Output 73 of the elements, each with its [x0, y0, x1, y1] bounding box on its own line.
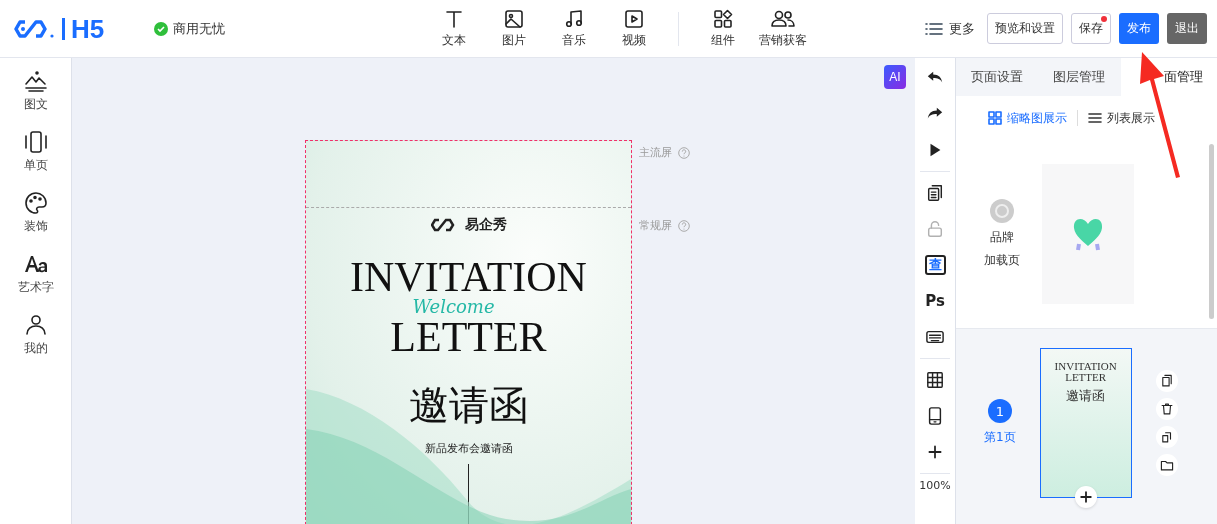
page-label: 第1页	[984, 429, 1016, 446]
loading-page-label: 加载页	[984, 252, 1020, 269]
phone-icon	[926, 407, 944, 425]
sidebar-item[interactable]: 图文	[23, 70, 48, 113]
view-toggle[interactable]: 缩略图展示	[988, 109, 1067, 127]
mascot-drawing	[1071, 216, 1105, 252]
phone-vibrate-icon	[23, 131, 48, 153]
header-button[interactable]: 退出	[1167, 13, 1207, 44]
trash-icon	[1159, 401, 1174, 416]
poster-title: INVITATION	[350, 255, 587, 298]
video-icon	[624, 8, 644, 29]
components-icon	[713, 8, 733, 29]
page-number: 1	[987, 399, 1012, 423]
page-action-button[interactable]	[1155, 425, 1178, 448]
sidebar-item[interactable]: 单页	[23, 131, 48, 174]
palette-icon	[23, 192, 48, 214]
badge-text: 商用无忧	[173, 19, 225, 38]
list-icon	[925, 20, 943, 37]
plus-icon	[1079, 490, 1092, 503]
music-note-icon	[564, 8, 584, 29]
grid-icon	[988, 111, 1002, 125]
font-icon	[23, 253, 48, 275]
poster-subtitle: 新品发布会邀请函	[424, 440, 513, 456]
mountain-icon	[23, 70, 48, 92]
copy-icon	[1159, 373, 1174, 388]
insert-tool[interactable]: 组件	[693, 8, 753, 49]
sidebar-item[interactable]: 艺术字	[17, 253, 54, 296]
copy-icon	[926, 184, 944, 202]
screen-marker-label: 主流屏	[639, 145, 672, 160]
insert-tool[interactable]: 音乐	[544, 8, 604, 49]
duplicate-icon	[1159, 429, 1174, 444]
zoom-level: 100%	[919, 479, 951, 492]
header-button[interactable]: 预览和设置	[987, 13, 1063, 44]
poster-heading: 邀请函	[408, 380, 529, 430]
sidebar-item[interactable]: 装饰	[23, 192, 48, 235]
thumbnail-title: INVITATION	[1054, 360, 1117, 372]
ai-button[interactable]: AI	[884, 65, 906, 89]
page-thumbnail[interactable]: INVITATION LETTER 邀请函	[1039, 347, 1132, 498]
poster-title: LETTER	[390, 315, 547, 358]
keyboard-icon	[926, 328, 944, 346]
brand-name: 易企秀	[464, 215, 507, 234]
header-button[interactable]: 保存	[1071, 13, 1111, 44]
image-icon	[504, 8, 524, 29]
page-action-button[interactable]	[1155, 453, 1178, 476]
text-icon	[444, 8, 464, 29]
help-icon	[678, 219, 690, 232]
people-icon	[770, 8, 796, 29]
insert-tool[interactable]: 文本	[424, 8, 484, 49]
sidebar-item[interactable]: 我的	[23, 314, 48, 357]
thumbnail-title: LETTER	[1065, 371, 1107, 383]
page-action-button[interactable]	[1155, 369, 1178, 392]
view-toggle[interactable]: 列表展示	[1088, 109, 1155, 127]
insert-tool[interactable]: 图片	[484, 8, 544, 49]
loading-page-thumbnail[interactable]	[1042, 164, 1134, 304]
insert-tool[interactable]: 视频	[604, 8, 664, 49]
check-circle-icon	[154, 21, 168, 36]
loading-icon	[990, 199, 1014, 223]
user-icon	[23, 314, 48, 336]
list-icon	[1088, 111, 1102, 125]
plus-icon	[927, 444, 943, 460]
screen-marker-label: 常规屏	[639, 218, 672, 233]
header-button[interactable]: 发布	[1119, 13, 1159, 44]
logo-text: H5	[62, 17, 105, 40]
loading-page-label: 品牌	[990, 229, 1014, 246]
insert-tool[interactable]: 营销获客	[753, 8, 813, 49]
photoshop-button[interactable]: Ps	[922, 287, 948, 315]
page-action-button[interactable]	[1155, 397, 1178, 420]
help-icon	[678, 146, 690, 159]
thumbnail-heading: 邀请函	[1066, 388, 1106, 402]
lock-icon	[926, 220, 944, 238]
more-menu[interactable]: 更多	[925, 19, 975, 38]
grid-icon	[926, 371, 944, 389]
script-text: Welcome	[412, 297, 495, 316]
